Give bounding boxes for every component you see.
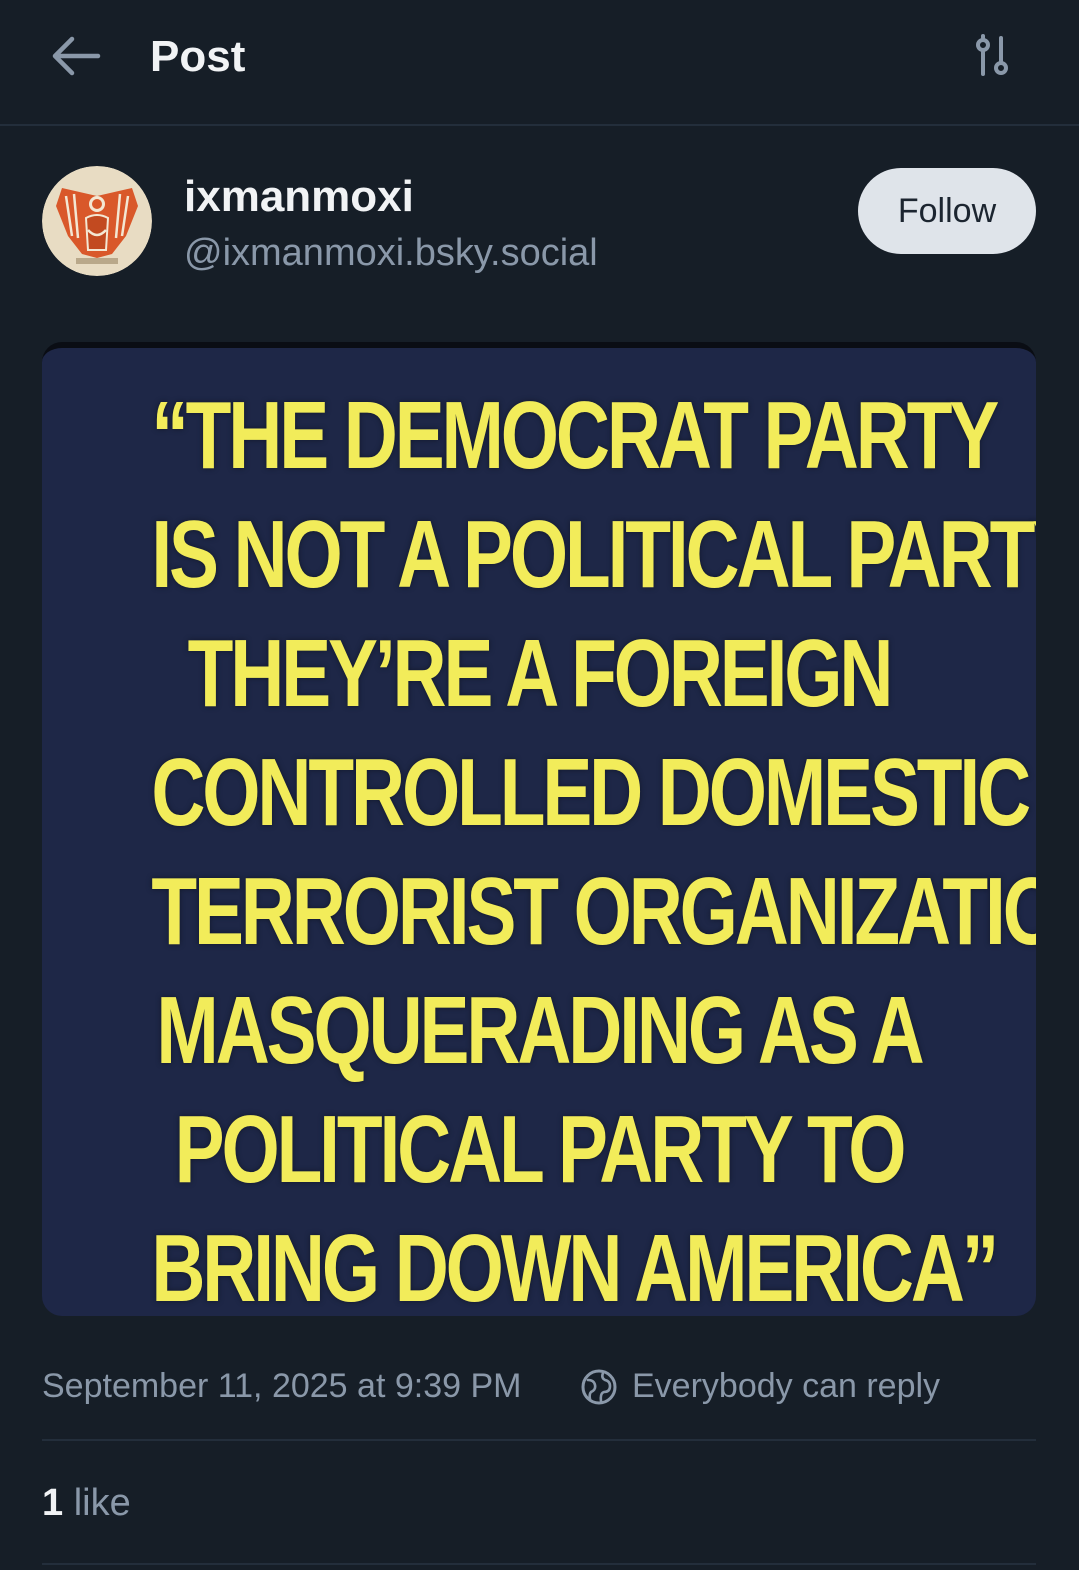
post-meta: September 11, 2025 at 9:39 PM Everybody … xyxy=(42,1358,1036,1414)
thread-settings-button[interactable] xyxy=(962,30,1022,86)
likes-count: 1 xyxy=(42,1482,64,1524)
back-button[interactable] xyxy=(44,26,108,86)
follow-button[interactable]: Follow xyxy=(858,168,1036,254)
top-bar: Post xyxy=(0,0,1079,126)
image-text-line: POLITICAL PARTY TO xyxy=(174,1096,907,1203)
image-text-line: CONTROLLED DOMESTIC xyxy=(151,739,1031,846)
globe-icon xyxy=(581,1369,617,1405)
divider xyxy=(42,1439,1036,1441)
post-image[interactable]: “THE DEMOCRAT PARTY IS NOT A POLITICAL P… xyxy=(42,342,1036,1316)
author-handle: @ixmanmoxi.bsky.social xyxy=(184,232,598,274)
image-text-line: “THE DEMOCRAT PARTY xyxy=(151,382,999,489)
likes-label: like xyxy=(63,1482,131,1524)
post-timestamp: September 11, 2025 at 9:39 PM xyxy=(42,1367,522,1405)
arrow-left-icon xyxy=(52,36,101,76)
image-quote-text: “THE DEMOCRAT PARTY IS NOT A POLITICAL P… xyxy=(151,376,1036,1316)
avatar[interactable] xyxy=(42,166,152,276)
page-title: Post xyxy=(150,32,246,81)
author-display-name[interactable]: ixmanmoxi xyxy=(184,170,414,224)
sliders-icon xyxy=(976,34,1008,76)
likes-summary[interactable]: 1 like xyxy=(42,1474,131,1532)
winged-figure-avatar xyxy=(42,166,152,276)
image-text-line: TERRORIST ORGANIZATION xyxy=(151,858,1036,965)
reply-setting-label: Everybody can reply xyxy=(632,1367,941,1405)
image-text-line: BRING DOWN AMERICA” xyxy=(151,1215,999,1316)
post-author: ixmanmoxi @ixmanmoxi.bsky.social Follow xyxy=(42,166,1036,278)
divider xyxy=(42,1563,1036,1565)
image-text-line: IS NOT A POLITICAL PARTY, xyxy=(151,501,1036,608)
image-text-line: THEY’RE A FOREIGN xyxy=(187,620,894,727)
image-text-line: MASQUERADING AS A xyxy=(156,977,924,1084)
